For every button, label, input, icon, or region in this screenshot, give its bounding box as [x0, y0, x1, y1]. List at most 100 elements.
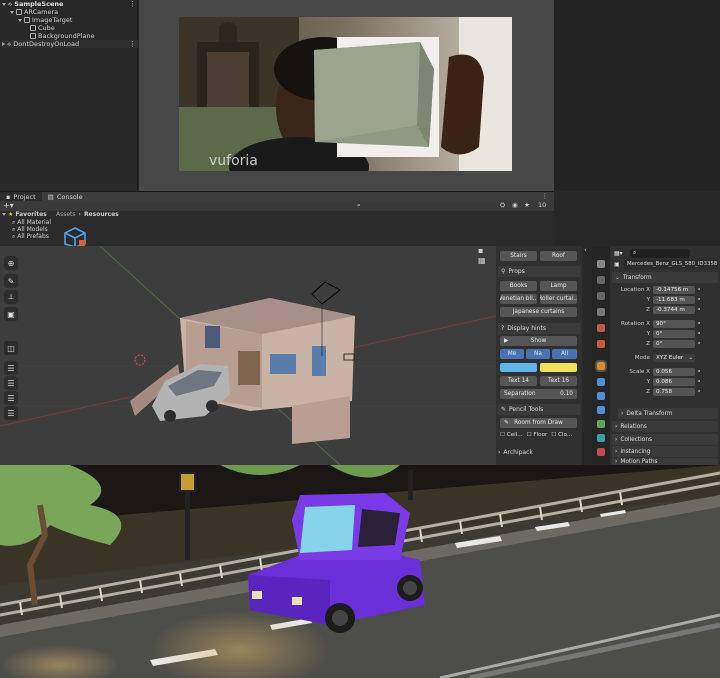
- world-icon[interactable]: [597, 340, 605, 348]
- editor-type-icon[interactable]: ▦▾: [614, 250, 623, 257]
- expand-icon[interactable]: [2, 42, 5, 46]
- hierarchy-scene-row[interactable]: ⟡ SampleScene: [2, 0, 63, 8]
- expand-icon[interactable]: [2, 213, 6, 216]
- instancing-header[interactable]: › Instancing: [612, 446, 718, 457]
- books-button[interactable]: Books: [500, 281, 537, 291]
- list-icon[interactable]: ☰: [4, 406, 18, 420]
- lock-icon[interactable]: ᵃ: [698, 287, 700, 294]
- venetian-blinds-button[interactable]: Venetian bli...: [500, 294, 537, 304]
- lock-icon[interactable]: ᵃ: [698, 369, 700, 376]
- rotation-y-field[interactable]: 0°: [653, 330, 695, 338]
- scale-x-field[interactable]: 0.056: [653, 368, 695, 376]
- close-checkbox[interactable]: ☐ Clo...: [551, 432, 572, 438]
- expand-icon[interactable]: ‹: [584, 246, 587, 254]
- room-from-draw-button[interactable]: ✎ Room from Draw: [500, 418, 577, 428]
- modifiers-icon[interactable]: [597, 378, 605, 386]
- panel-divider[interactable]: ‹: [582, 246, 592, 465]
- hierarchy-scene-row[interactable]: ⟡ DontDestroyOnLoad: [2, 40, 138, 48]
- hierarchy-item[interactable]: ARCamera: [10, 8, 58, 16]
- constraints-icon[interactable]: [597, 420, 605, 428]
- scene-icon[interactable]: [597, 324, 605, 332]
- prefab-asset-icon[interactable]: [64, 227, 86, 247]
- show-button[interactable]: ▶ Show: [500, 336, 577, 346]
- lock-icon[interactable]: ᵃ: [698, 379, 700, 386]
- favorites-header[interactable]: ★ Favorites: [2, 211, 47, 218]
- japanese-curtains-button[interactable]: Japanese curtains: [500, 307, 577, 317]
- location-x-field[interactable]: -0.14756 m: [653, 286, 695, 294]
- add-icon[interactable]: +▾: [3, 201, 14, 210]
- view-layer-icon[interactable]: [597, 308, 605, 316]
- list-icon[interactable]: ☰: [4, 391, 18, 405]
- expand-icon[interactable]: [2, 2, 6, 6]
- tab-console[interactable]: ▤ Console: [42, 192, 89, 202]
- physics-icon[interactable]: [597, 406, 605, 414]
- annotate-icon[interactable]: ✎: [4, 274, 18, 288]
- more-icon[interactable]: ⋮: [129, 0, 136, 8]
- data-icon[interactable]: [597, 434, 605, 442]
- lock-icon[interactable]: ᵃ: [698, 321, 700, 328]
- lock-icon[interactable]: ᵃ: [698, 389, 700, 396]
- floor-checkbox[interactable]: ☐ Floor: [527, 432, 548, 438]
- text-size-field[interactable]: Text 16: [540, 376, 577, 386]
- search-icon[interactable]: ⌕: [357, 201, 361, 210]
- hierarchy-item[interactable]: ImageTarget: [18, 16, 72, 24]
- lamp-button[interactable]: Lamp: [540, 281, 577, 291]
- roof-button[interactable]: Roof: [540, 251, 577, 261]
- lock-icon[interactable]: ᵃ: [698, 331, 700, 338]
- add-cube-icon[interactable]: ▣: [4, 307, 18, 321]
- stairs-button[interactable]: Stairs: [500, 251, 537, 261]
- relations-header[interactable]: › Relations: [612, 421, 718, 432]
- scale-y-field[interactable]: 0.086: [653, 378, 695, 386]
- output-icon[interactable]: [597, 292, 605, 300]
- cursor-icon[interactable]: ⊕: [4, 256, 18, 270]
- object-icon[interactable]: [595, 360, 607, 372]
- scale-z-field[interactable]: 0.758: [653, 388, 695, 396]
- expand-icon[interactable]: [18, 18, 22, 22]
- hierarchy-item[interactable]: BackgroundPlane: [30, 32, 95, 40]
- archipack-header[interactable]: › Archipack: [498, 449, 533, 456]
- props-header[interactable]: ⚲ Props: [498, 266, 580, 277]
- filter-icon[interactable]: ⛭: [500, 201, 505, 210]
- hierarchy-item[interactable]: Cube: [30, 24, 55, 32]
- all-toggle[interactable]: All: [552, 349, 577, 359]
- 3d-viewport[interactable]: [0, 246, 496, 465]
- grid-icon[interactable]: ▦: [478, 256, 486, 265]
- measure-icon[interactable]: ⟂: [4, 290, 18, 304]
- lock-icon[interactable]: ᵃ: [698, 341, 700, 348]
- rotation-x-field[interactable]: 90°: [653, 320, 695, 328]
- list-icon[interactable]: ☰: [4, 361, 18, 375]
- ceiling-checkbox[interactable]: ☐ Ceil...: [500, 432, 523, 438]
- camera-icon[interactable]: ▪: [478, 246, 483, 255]
- lock-icon[interactable]: ᵃ: [698, 297, 700, 304]
- material-icon[interactable]: [597, 448, 605, 456]
- pencil-tools-header[interactable]: ✎ Pencil Tools: [498, 404, 580, 415]
- location-z-field[interactable]: -0.3744 m: [653, 306, 695, 314]
- more-icon[interactable]: ⋮: [542, 192, 549, 200]
- delta-transform-header[interactable]: › Delta Transform: [618, 408, 718, 419]
- star-icon[interactable]: ★: [524, 201, 530, 209]
- lock-icon[interactable]: ᵃ: [698, 307, 700, 314]
- favorite-item[interactable]: ⌕ All Prefabs: [12, 233, 49, 241]
- roller-curtain-button[interactable]: Roller curtai...: [540, 294, 577, 304]
- name-toggle[interactable]: Na: [526, 349, 550, 359]
- transform-header[interactable]: ⌄ Transform: [612, 272, 718, 283]
- tab-project[interactable]: ▪ Project: [0, 191, 42, 202]
- object-name-field[interactable]: Mercedes_Benz_GLS_580_ID3358: [624, 259, 718, 269]
- collections-header[interactable]: › Collections: [612, 434, 718, 445]
- render-icon[interactable]: [597, 276, 605, 284]
- motion-paths-header[interactable]: › Motion Paths: [612, 458, 718, 465]
- rotation-mode-select[interactable]: XYZ Euler ⌄: [653, 354, 695, 362]
- breadcrumb-item[interactable]: Resources: [84, 211, 119, 218]
- color-swatch-yellow[interactable]: [540, 363, 577, 372]
- breadcrumb-item[interactable]: Assets: [56, 211, 76, 218]
- expand-icon[interactable]: [10, 10, 14, 14]
- location-y-field[interactable]: -11.683 m: [653, 296, 695, 304]
- eye-icon[interactable]: ◉: [512, 201, 518, 209]
- more-icon[interactable]: ⋮: [129, 40, 136, 48]
- list-icon[interactable]: ☰: [4, 376, 18, 390]
- display-hints-header[interactable]: ? Display hints: [498, 323, 580, 334]
- measure-toggle[interactable]: Me: [500, 349, 524, 359]
- search-input[interactable]: ⌕: [630, 249, 690, 258]
- camera-view-icon[interactable]: ◫: [4, 341, 18, 355]
- text-size-field[interactable]: Text 14: [500, 376, 537, 386]
